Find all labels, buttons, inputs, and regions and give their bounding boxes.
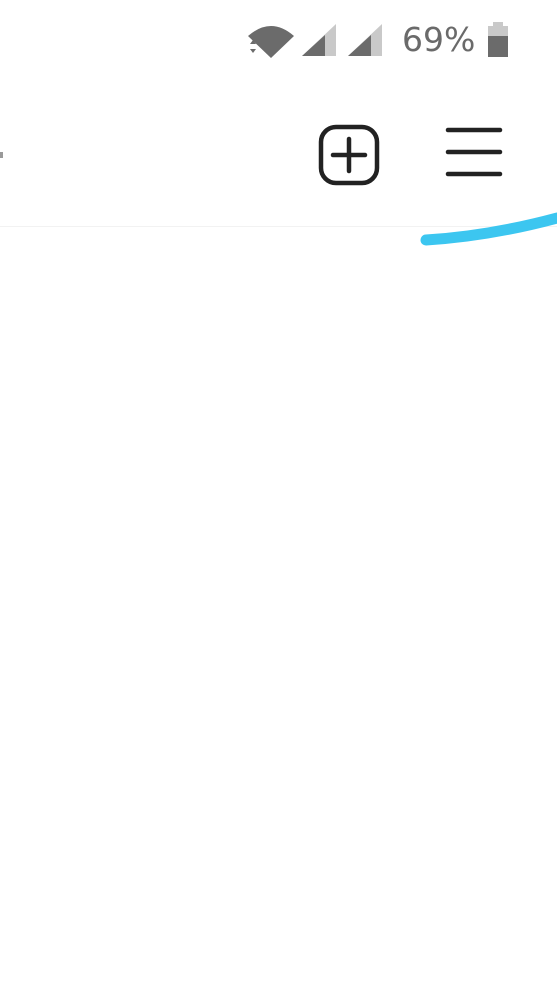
new-post-icon: [318, 124, 380, 186]
top-toolbar: [0, 84, 557, 227]
wifi-icon: [248, 26, 294, 58]
new-post-button[interactable]: [318, 124, 380, 186]
main-content: [0, 227, 557, 981]
battery-icon: [488, 22, 508, 57]
signal-icon: [302, 24, 336, 56]
menu-icon: [445, 127, 503, 177]
edge-fragment: [0, 152, 3, 158]
signal-icon: [348, 24, 382, 56]
menu-button[interactable]: [444, 126, 504, 180]
status-bar: 69%: [0, 0, 557, 84]
battery-percentage: 69%: [402, 20, 476, 59]
